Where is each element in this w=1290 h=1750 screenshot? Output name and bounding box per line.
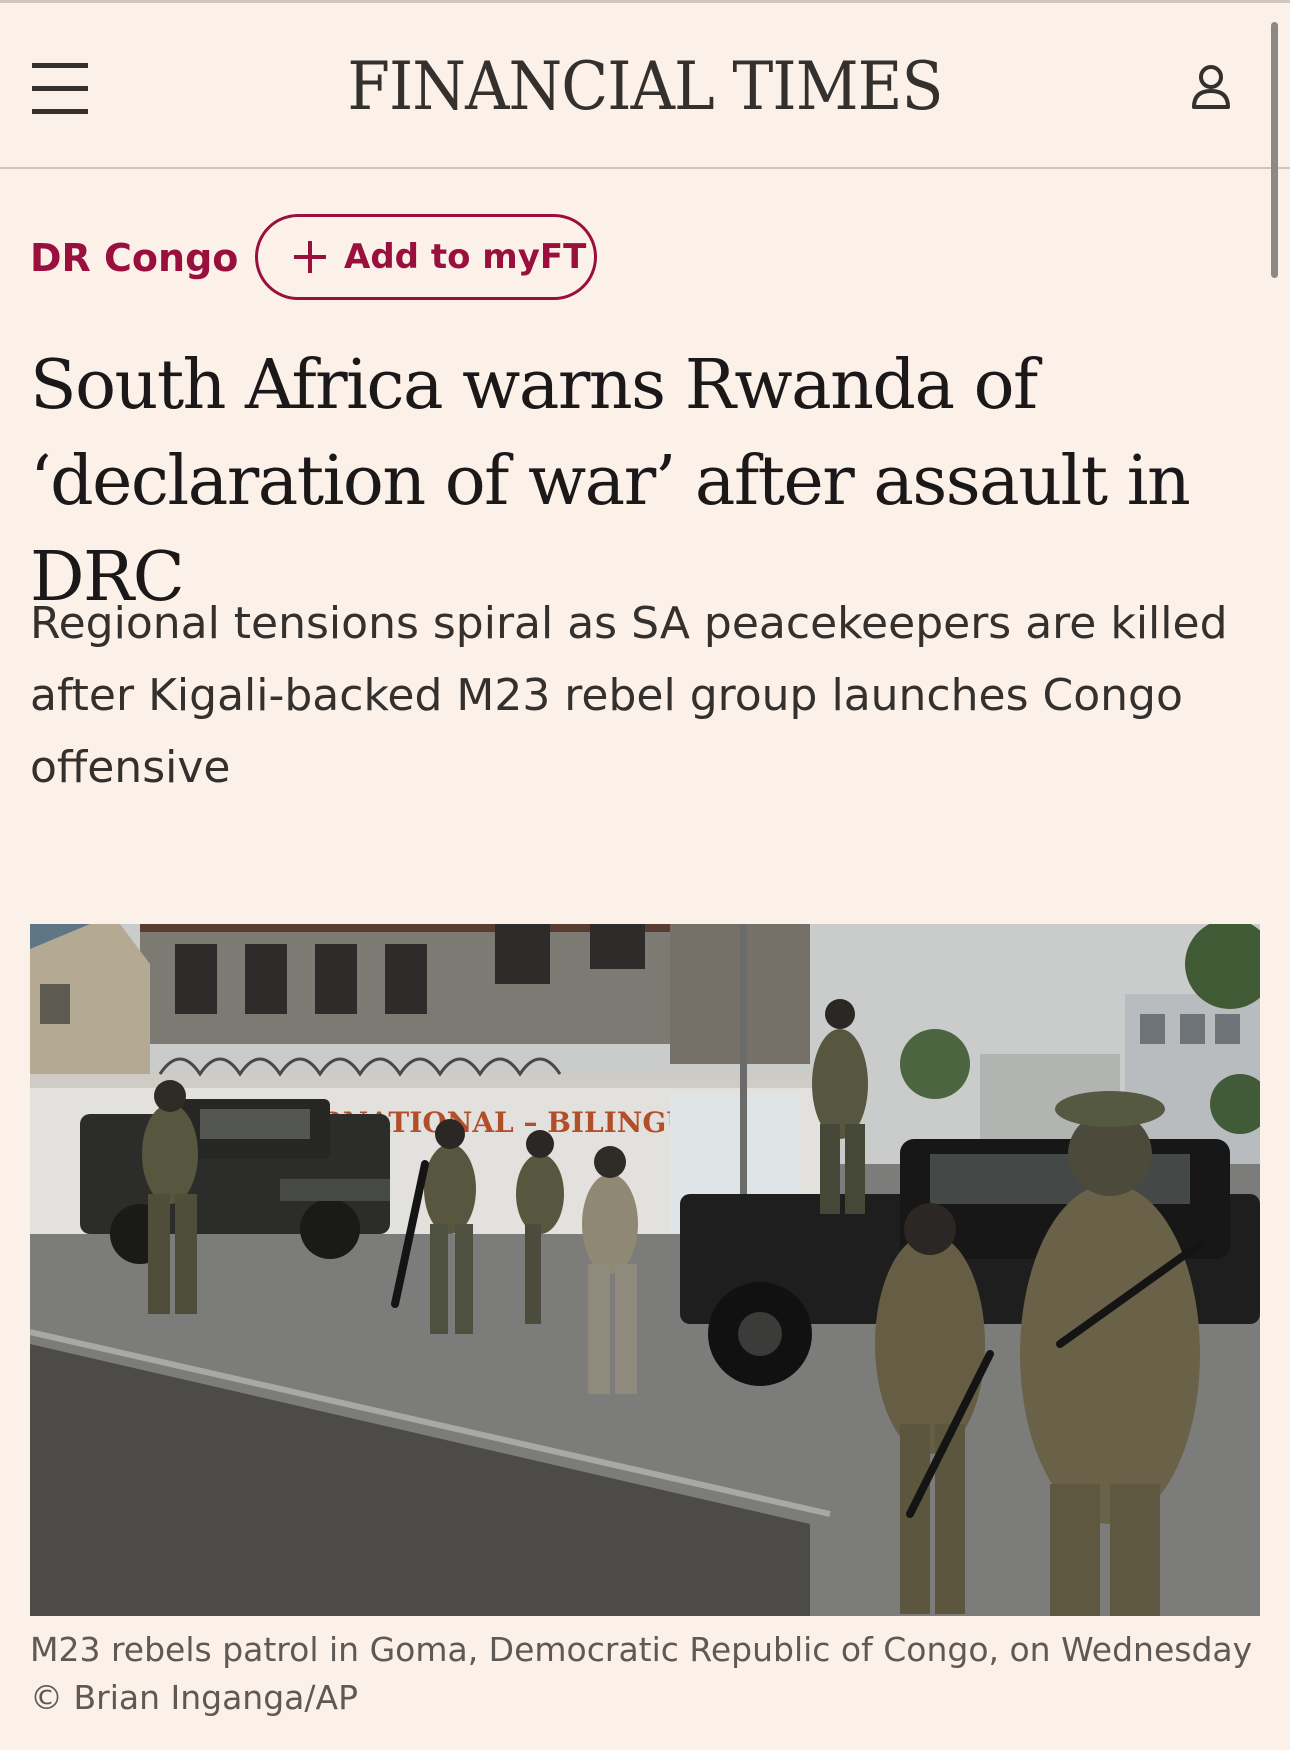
add-to-myft-label: Add to myFT	[344, 237, 587, 277]
article-headline: South Africa warns Rwanda of ‘declaratio…	[30, 346, 1191, 617]
article-photo: ERNATIONAL – BILINGUE	[30, 924, 1260, 1616]
article-standfirst: Regional tensions spiral as SA peacekeep…	[30, 598, 1228, 793]
plus-icon	[292, 236, 328, 278]
user-account-icon[interactable]	[1186, 61, 1236, 115]
masthead-logo[interactable]: FINANCIAL TIMES	[324, 47, 966, 127]
topic-link[interactable]: DR Congo	[30, 228, 238, 288]
site-header: FINANCIAL TIMES	[0, 3, 1290, 169]
add-to-myft-button[interactable]: Add to myFT	[255, 214, 597, 300]
photo-caption: M23 rebels patrol in Goma, Democratic Re…	[30, 1630, 1253, 1717]
scrollbar-thumb[interactable]	[1271, 22, 1278, 278]
hamburger-menu-icon[interactable]	[32, 63, 88, 115]
